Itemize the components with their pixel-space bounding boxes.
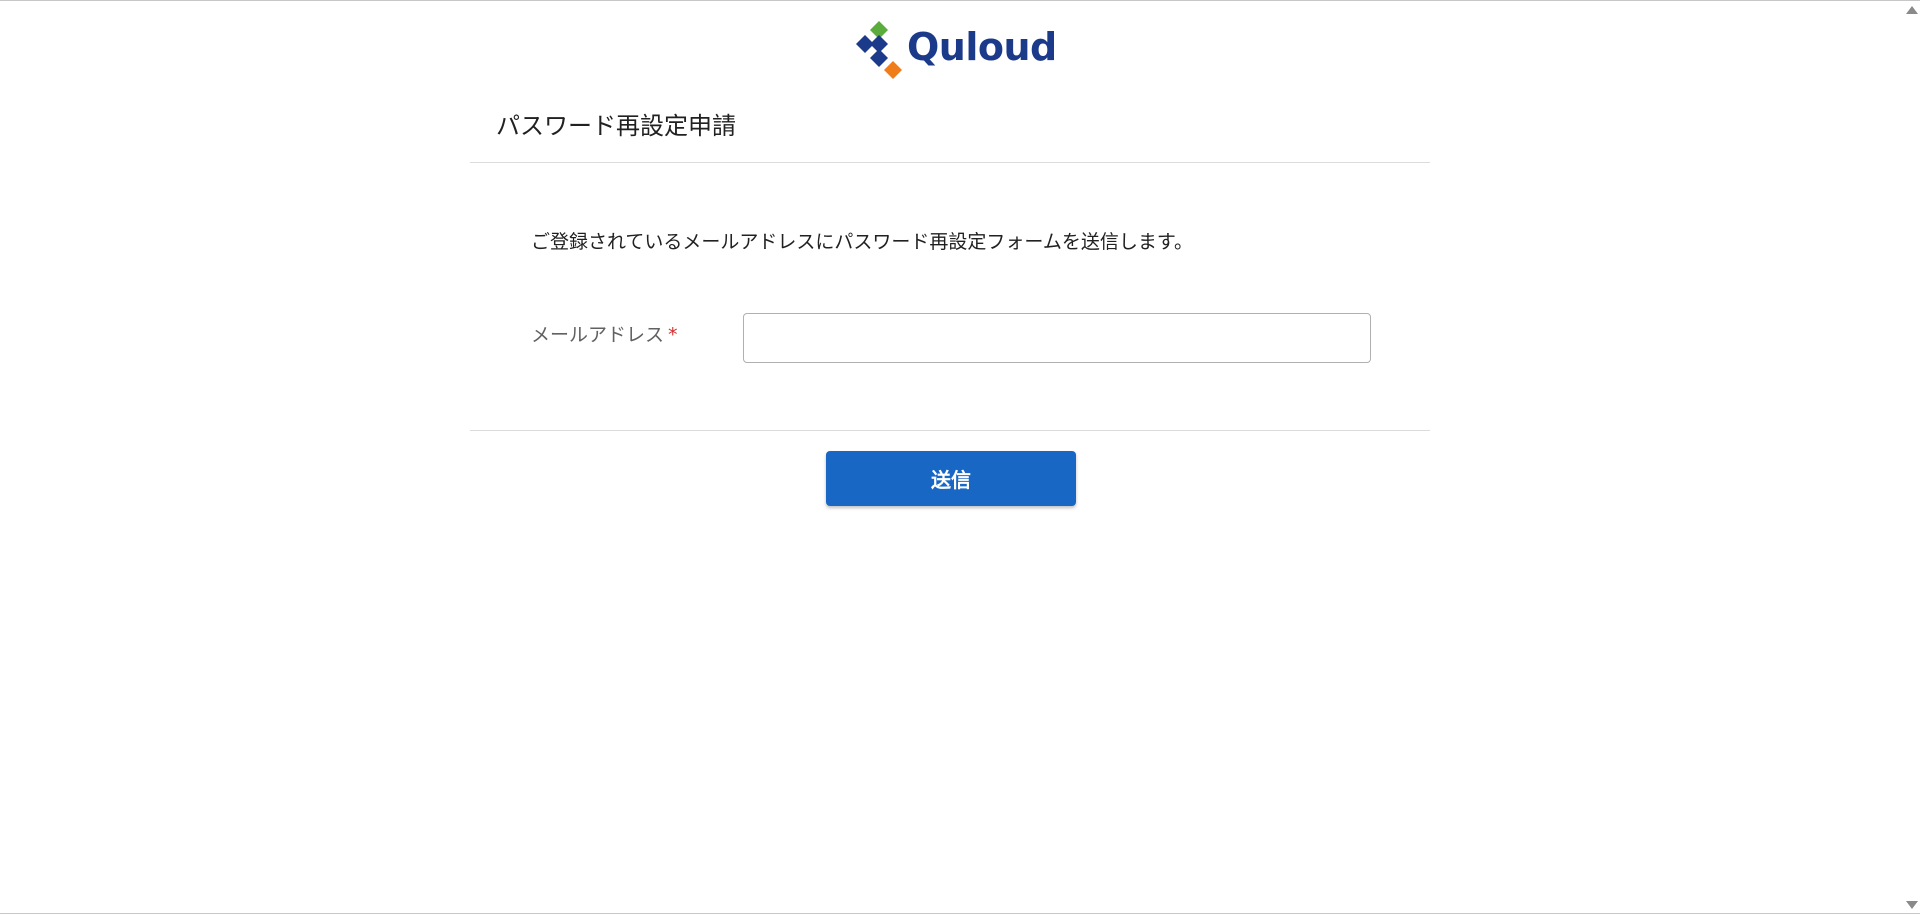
vertical-scrollbar[interactable] [1903, 2, 1920, 913]
email-label: メールアドレス * [531, 320, 678, 347]
required-mark: * [668, 324, 678, 346]
form-description: ご登録されているメールアドレスにパスワード再設定フォームを送信します。 [531, 231, 1193, 253]
email-field[interactable] [743, 313, 1371, 363]
brand-name: Quloud [907, 25, 1057, 69]
footer-divider [470, 430, 1430, 431]
triangle-down-icon[interactable] [1906, 901, 1918, 909]
submit-button[interactable]: 送信 [826, 451, 1076, 506]
header-divider [470, 162, 1430, 163]
quloud-logo[interactable]: Quloud [855, 21, 1057, 85]
page-viewport: Quloud パスワード再設定申請 ご登録されているメールアドレスにパスワード再… [0, 0, 1920, 914]
triangle-up-icon[interactable] [1906, 6, 1918, 14]
quloud-diamond-logo-icon [856, 21, 902, 79]
email-label-text: メールアドレス [531, 324, 665, 346]
page-title: パスワード再設定申請 [496, 112, 736, 140]
